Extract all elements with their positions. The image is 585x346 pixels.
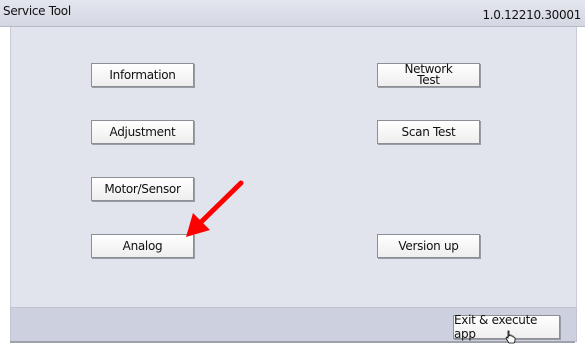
app-title: Service Tool (3, 4, 71, 18)
analog-button-label: Analog (122, 238, 163, 253)
analog-button[interactable]: Analog (91, 234, 194, 258)
red-arrow-annotation-icon (186, 180, 244, 237)
version-up-button[interactable]: Version up (377, 234, 480, 258)
adjustment-button-label: Adjustment (109, 124, 176, 139)
network-test-button[interactable]: Network Test (377, 63, 480, 87)
version-up-button-label: Version up (398, 238, 459, 253)
bottom-edge-divider (10, 341, 575, 343)
version-label: 1.0.12210.30001 (482, 8, 581, 22)
network-test-label-line2: Test (417, 73, 440, 87)
information-button[interactable]: Information (91, 63, 194, 87)
scan-test-button[interactable]: Scan Test (377, 120, 480, 144)
information-button-label: Information (109, 67, 176, 82)
scan-test-button-label: Scan Test (401, 124, 456, 139)
adjustment-button[interactable]: Adjustment (91, 120, 194, 144)
title-bar: Service Tool 1.0.12210.30001 (0, 0, 585, 27)
service-tool-screen: Service Tool 1.0.12210.30001 Information… (0, 0, 585, 346)
motor-sensor-button-label: Motor/Sensor (104, 181, 181, 196)
hand-cursor-icon (505, 330, 516, 344)
motor-sensor-button[interactable]: Motor/Sensor (91, 177, 194, 201)
